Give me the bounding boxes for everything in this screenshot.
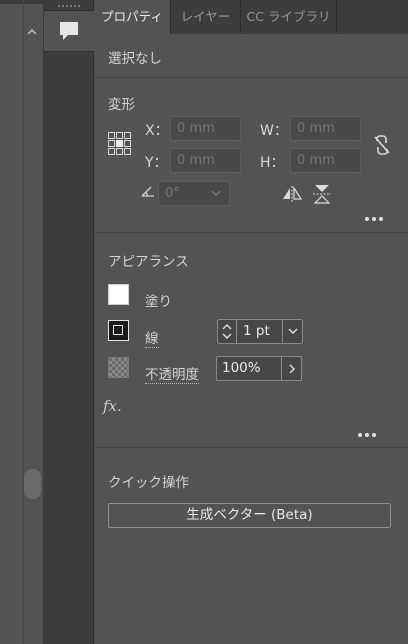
tab-layers[interactable]: レイヤー: [171, 0, 241, 34]
chevron-right-icon: [289, 364, 295, 374]
quick-actions-title: クイック操作: [108, 475, 189, 491]
stroke-weight-stepper[interactable]: [218, 320, 237, 343]
stroke-weight-dropdown[interactable]: [282, 320, 302, 343]
fill-swatch[interactable]: [108, 284, 129, 305]
stroke-swatch[interactable]: [108, 320, 129, 341]
opacity-control: 100%: [216, 356, 302, 381]
flip-vertical-icon[interactable]: [313, 184, 331, 204]
comment-icon: [60, 22, 78, 40]
divider: [94, 77, 408, 78]
transform-more-button[interactable]: [365, 216, 385, 222]
stroke-weight-control: 1 pt: [217, 319, 303, 344]
fx-button[interactable]: fx.: [103, 397, 122, 415]
transform-title: 変形: [108, 97, 135, 113]
stepper-down-icon: [222, 333, 232, 339]
opacity-value[interactable]: 100%: [222, 357, 261, 380]
chevron-down-icon: [211, 190, 221, 196]
w-label: W：: [260, 123, 288, 139]
w-field[interactable]: 0 mm: [290, 116, 361, 141]
tab-properties[interactable]: プロパティ: [94, 0, 171, 34]
generative-vector-button[interactable]: 生成ベクター (Beta): [108, 503, 391, 528]
dock-grip[interactable]: [57, 4, 81, 8]
stroke-label[interactable]: 線: [145, 327, 159, 348]
opacity-dropdown[interactable]: [281, 357, 301, 380]
constrain-proportions-icon[interactable]: [372, 133, 392, 157]
selection-status: 選択なし: [108, 51, 162, 67]
tab-cc-libraries[interactable]: CC ライブラリ: [241, 0, 337, 34]
h-label: H：: [260, 155, 285, 171]
chevron-down-icon: [288, 328, 298, 334]
scroll-up-icon[interactable]: [25, 26, 39, 40]
appearance-title: アピアランス: [108, 254, 189, 270]
y-label: Y：: [145, 155, 168, 171]
scrollbar-thumb[interactable]: [24, 469, 41, 499]
x-label: X：: [145, 123, 169, 139]
divider: [94, 447, 408, 448]
y-field[interactable]: 0 mm: [170, 148, 241, 173]
angle-value: 0°: [165, 186, 180, 201]
opacity-label[interactable]: 不透明度: [145, 363, 199, 384]
h-field[interactable]: 0 mm: [290, 148, 361, 173]
rotate-angle-icon: [141, 186, 154, 197]
stepper-up-icon: [222, 324, 232, 330]
appearance-more-button[interactable]: [358, 432, 378, 438]
opacity-swatch[interactable]: [108, 357, 129, 378]
panel-dock: [44, 0, 94, 644]
reference-point-icon[interactable]: [108, 132, 132, 156]
flip-horizontal-icon[interactable]: [282, 186, 302, 202]
divider: [94, 232, 408, 233]
canvas-topbar: [0, 0, 44, 4]
canvas-divider: [23, 0, 24, 644]
comments-dock-button[interactable]: [44, 10, 94, 52]
canvas-strip: [0, 0, 44, 644]
x-field[interactable]: 0 mm: [170, 116, 241, 141]
angle-dropdown[interactable]: 0°: [158, 181, 230, 206]
properties-panel: プロパティ レイヤー CC ライブラリ 選択なし 変形 X： 0 mm W： 0…: [94, 0, 408, 644]
fill-label: 塗り: [145, 294, 172, 310]
tab-bar: プロパティ レイヤー CC ライブラリ: [94, 0, 408, 34]
stroke-weight-value[interactable]: 1 pt: [243, 320, 270, 343]
